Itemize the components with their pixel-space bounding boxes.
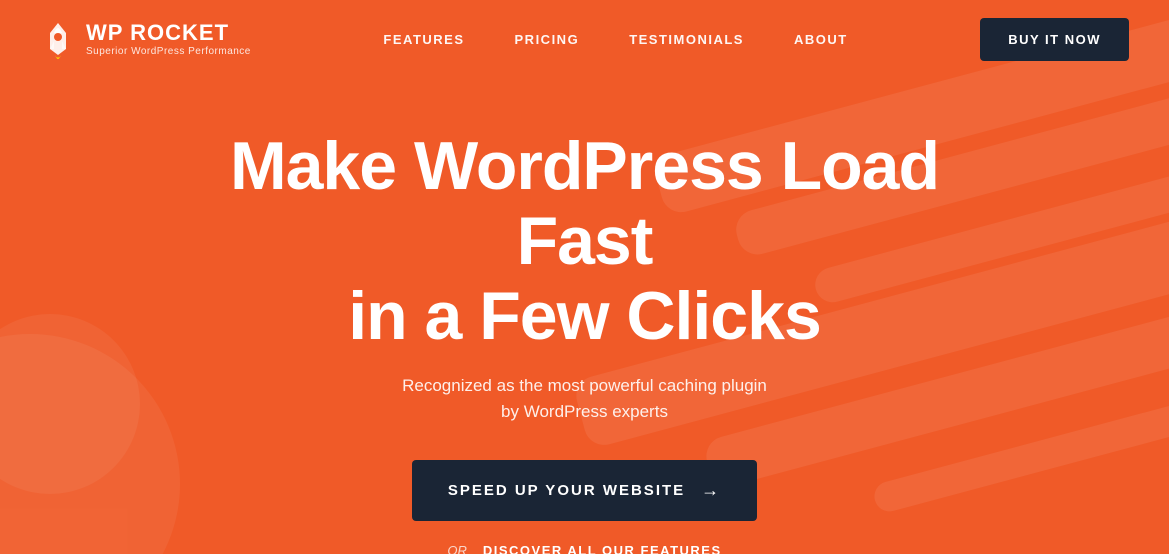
rocket-icon — [40, 19, 76, 61]
or-section: OR DISCOVER ALL OUR FEATURES — [447, 543, 721, 554]
cta-speed-up-button[interactable]: SPEED UP YOUR WEBSITE → — [412, 460, 757, 521]
nav-links: FEATURES PRICING TESTIMONIALS ABOUT — [383, 32, 847, 47]
nav-testimonials[interactable]: TESTIMONIALS — [629, 32, 744, 47]
nav-about[interactable]: ABOUT — [794, 32, 848, 47]
hero-subtitle: Recognized as the most powerful caching … — [395, 373, 775, 424]
hero-title-line2: in a Few Clicks — [348, 278, 821, 354]
logo-brand-name: WP ROCKET — [86, 22, 251, 44]
hero-section: Make WordPress Load Fast in a Few Clicks… — [0, 79, 1169, 554]
nav-features[interactable]: FEATURES — [383, 32, 464, 47]
arrow-right-icon: → — [701, 480, 721, 501]
navbar: WP ROCKET Superior WordPress Performance… — [0, 0, 1169, 79]
logo-tagline: Superior WordPress Performance — [86, 46, 251, 57]
hero-title-line1: Make WordPress Load Fast — [230, 128, 939, 279]
page-wrapper: WP ROCKET Superior WordPress Performance… — [0, 0, 1169, 554]
logo-text: WP ROCKET Superior WordPress Performance — [86, 22, 251, 57]
nav-pricing[interactable]: PRICING — [515, 32, 580, 47]
buy-now-button[interactable]: BUY IT NOW — [980, 18, 1129, 61]
cta-button-label: SPEED UP YOUR WEBSITE — [448, 482, 685, 499]
discover-features-link[interactable]: DISCOVER ALL OUR FEATURES — [483, 543, 722, 554]
logo-area: WP ROCKET Superior WordPress Performance — [40, 19, 251, 61]
or-text: OR — [447, 543, 467, 554]
hero-title: Make WordPress Load Fast in a Few Clicks — [210, 129, 960, 353]
